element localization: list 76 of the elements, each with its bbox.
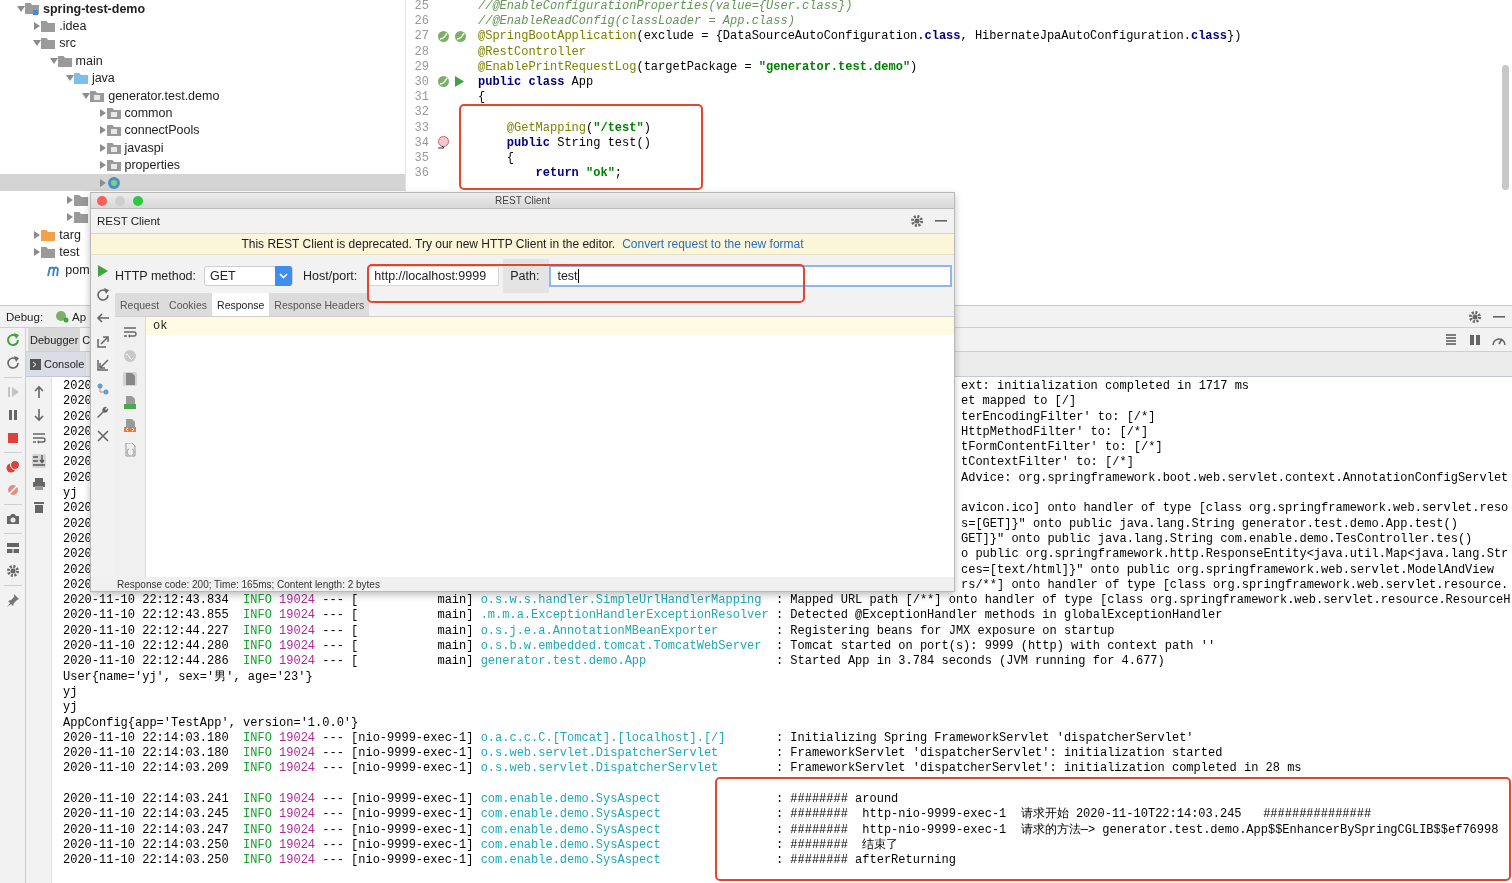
console-line: 2020-11-10 22:12:43.855 INFO 19024 --- [ main] .m.m.a.ExceptionHandlerExceptionResolver : Detected @ExceptionHandler methods in globalExceptionHandler <box>63 608 1224 624</box>
code-line: @EnablePrintRequestLog(targetPackage = "generator.test.demo") <box>478 59 918 74</box>
console-line: 2020-11-10 22:14:03.209 INFO 19024 --- [nio-9999-exec-1] o.s.web.servlet.DispatcherServlet : FrameworkServlet 'dispatcherServlet': initialization completed in 28 ms <box>63 761 1303 777</box>
tree-item-label: targ <box>59 227 81 242</box>
code-line: @SpringBootApplication(exclude = {DataSourceAutoConfiguration.class, HibernateJpaAutoConfiguration.class}) <box>478 29 1242 44</box>
console-line: 2020-11-10 22:14:03.180 INFO 19024 --- [nio-9999-exec-1] o.a.c.c.C.[Tomcat].[localhost].[/] : Initializing Spring FrameworkServlet 'dispatcherServlet' <box>63 730 1195 747</box>
console-text: terEncodingFilter' to: [/*] <box>961 409 1157 425</box>
line-number: 31 <box>413 90 429 105</box>
line-number: 26 <box>413 14 429 29</box>
tree-item-label: connectPools <box>124 123 200 138</box>
field-label: Path: <box>503 259 550 293</box>
console-line: 2020-11-10 22:12:44.227 INFO 19024 --- [ main] o.s.j.e.a.AnnotationMBeanExporter : Registering beans for JMX exposure on startup <box>63 623 1116 640</box>
console-line: 2020-11-10 22:14:03.247 INFO 19024 --- [nio-9999-exec-1] com.enable.demo.SysAspect : ######## http-nio-9999-exec-1 请求的方法—> generator.test.demo.App$$EnhancerBySpringCGLIB$$ef76998 <box>63 822 1500 838</box>
console-text: tFormContentFilter' to: [/*] <box>961 440 1164 456</box>
code-line: { <box>478 90 486 105</box>
console-line: 2020-11-10 22:12:44.280 INFO 19024 --- [ main] o.s.b.w.embedded.tomcat.TomcatWebServer : Tomcat started on port(s): 9999 (http) with context path '' <box>63 639 1217 655</box>
line-number: 28 <box>413 44 429 59</box>
code-line: //@EnableReadConfig(classLoader = App.class) <box>478 14 795 29</box>
line-number: 35 <box>413 150 429 165</box>
response-text: ok <box>153 319 168 333</box>
panel-title: REST Client <box>97 215 161 227</box>
console-text: ces=[text/html]}" onto public org.springframework.web.servlet.ModelAndView <box>961 562 1495 578</box>
line-number: 30 <box>413 74 429 89</box>
console-text: HttpMethodFilter' to: [/*] <box>961 424 1150 441</box>
console-text: rs/**] onto handler of type [class org.springframework.web.servlet.resource. <box>961 577 1510 594</box>
console-text: Advice: org.springframework.boot.web.servlet.context.AnnotationConfigServlet <box>961 470 1510 487</box>
code-line: @RestController <box>478 44 587 59</box>
status-text: Response code: 200; Time: 165ms; Content length: 2 bytes <box>117 578 380 590</box>
tree-item-label: spring-test-demo <box>43 1 146 16</box>
panel-title: Debug: <box>6 310 44 323</box>
code-line: public class App <box>478 74 594 89</box>
tree-item-label: common <box>124 106 173 121</box>
notice-text: This REST Client is deprecated. Try our new HTTP Client in the editor. <box>241 237 616 251</box>
tree-item-label: .idea <box>59 19 87 34</box>
line-number: 27 <box>413 29 429 44</box>
console-text: ext: initialization completed in 1717 ms <box>961 379 1251 395</box>
window-title: REST Client <box>495 195 550 206</box>
console-line: 2020-11-10 22:14:03.250 INFO 19024 --- [nio-9999-exec-1] com.enable.demo.SysAspect : ######## afterReturning <box>63 853 957 869</box>
console-line: 2020-11-10 22:14:03.250 INFO 19024 --- [nio-9999-exec-1] com.enable.demo.SysAspect : ######## 结束了 <box>63 837 900 854</box>
line-number: 32 <box>413 105 429 120</box>
tree-item-label: javaspi <box>124 140 164 155</box>
console-line: yj <box>63 684 79 701</box>
console-text: yj <box>63 486 78 502</box>
console-line: 2020-11-10 22:14:03.245 INFO 19024 --- [nio-9999-exec-1] com.enable.demo.SysAspect : ######## http-nio-9999-exec-1 请求开始 2020-11-10T22:14:03.245 ############### <box>63 807 1373 823</box>
field-label: Host/port: <box>303 269 358 283</box>
code-line: return "ok"; <box>534 166 623 181</box>
tree-item-label: pom <box>65 262 90 277</box>
console-line: 2020-11-10 22:14:03.180 INFO 19024 --- [nio-9999-exec-1] o.s.web.servlet.DispatcherServlet : FrameworkServlet 'dispatcherServlet': initialization started <box>63 746 1224 762</box>
code-line: { <box>505 150 514 165</box>
line-number: 29 <box>413 59 429 74</box>
tree-item-label: generator.test.demo <box>108 88 220 103</box>
console-line: 2020-11-10 22:12:44.286 INFO 19024 --- [ main] generator.test.demo.App : Started App in 3.784 seconds (JVM running for 4.677) <box>63 654 1166 670</box>
line-number: 33 <box>413 120 429 135</box>
code-line: public String test() <box>505 135 651 150</box>
line-number: 25 <box>413 0 429 13</box>
tree-item-label: properties <box>124 158 181 173</box>
console-line: AppConfig{app='TestApp', version='1.0.0'} <box>63 715 360 731</box>
tree-item-label: src <box>59 36 76 51</box>
tree-item-label: main <box>75 53 103 68</box>
console-text: s=[GET]}" onto public java.lang.String generator.test.demo.App.test() <box>961 516 1459 532</box>
console-text: et mapped to [/] <box>961 394 1078 410</box>
console-line: 2020-11-10 22:14:03.241 INFO 19024 --- [nio-9999-exec-1] com.enable.demo.SysAspect : ######## around <box>63 792 900 808</box>
tree-item-label: java <box>91 71 115 86</box>
console-text: o public org.springframework.http.ResponseEntity<java.util.Map<java.lang.Str <box>961 547 1510 563</box>
console-text: tContextFilter' to: [/*] <box>961 455 1135 471</box>
console-line: User{name='yj', sex='男', age='23'} <box>63 669 314 685</box>
line-number: 34 <box>413 135 429 150</box>
field-label: HTTP method: <box>115 269 197 283</box>
console-text: avicon.ico] onto handler of type [class org.springframework.web.servlet.reso <box>961 501 1510 517</box>
console-line: 2020-11-10 22:12:43.834 INFO 19024 --- [ main] o.s.w.s.handler.SimpleUrlHandlerMapping : Mapped URL path [/**] onto handler of type [class org.springframework.web.servlet.resource.ResourceH <box>63 593 1512 609</box>
tree-item-label: test <box>59 245 80 260</box>
line-number: 36 <box>413 166 429 181</box>
code-line: //@EnableConfigurationProperties(value={User.class}) <box>478 0 853 13</box>
console-line: yj <box>63 700 79 716</box>
code-line: @GetMapping("/test") <box>505 120 651 135</box>
console-text: GET]}" onto public java.lang.String com.enable.demo.TesController.tes() <box>961 531 1474 548</box>
